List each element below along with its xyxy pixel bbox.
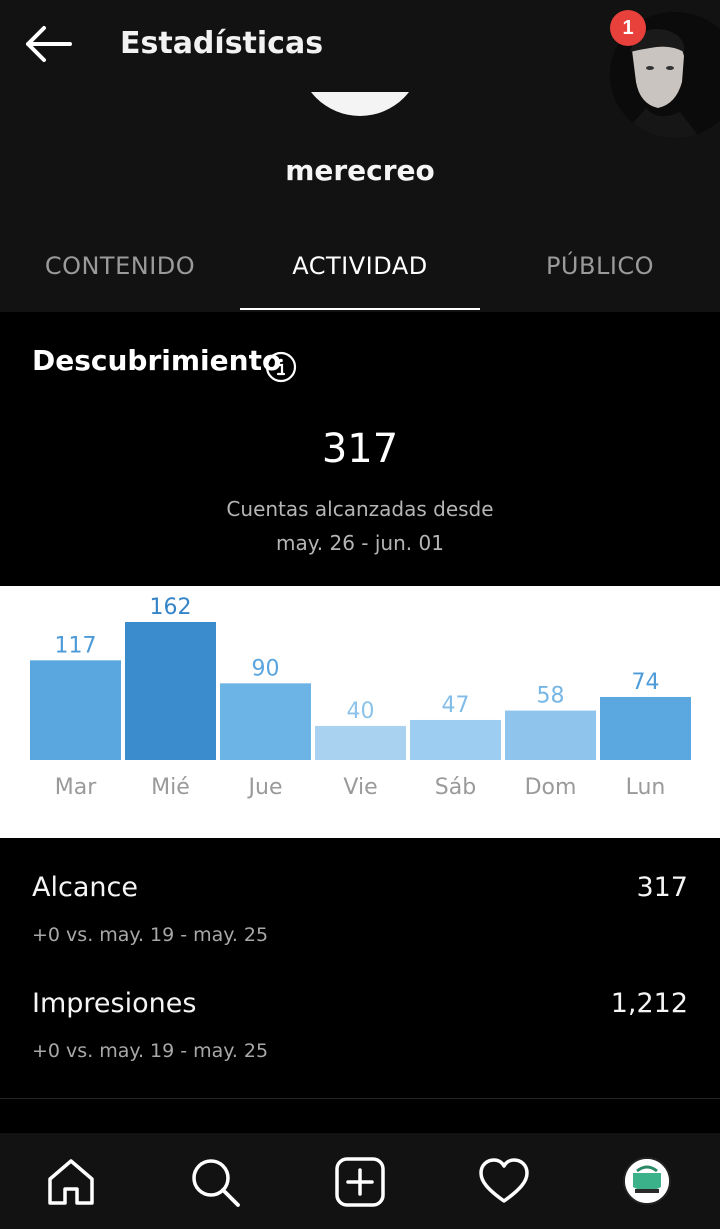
daily-reach-chart: 117 Mar 162 Mié 90 Jue 40 Vie 47 Sáb 58 Dom 74 Lun [0, 586, 720, 838]
username: merecreo [285, 154, 435, 187]
category-label: Mar [55, 775, 97, 800]
profile-picture [298, 92, 422, 116]
profile-avatar[interactable] [623, 1157, 671, 1205]
info-icon[interactable] [265, 351, 297, 383]
category-label: Mié [151, 775, 190, 800]
arrow-left-icon [26, 26, 72, 62]
bar-sáb[interactable] [410, 719, 501, 760]
metric-value-impresiones: 1,212 [610, 988, 688, 1019]
active-tab-indicator [240, 308, 480, 310]
bar-chart: 117 Mar 162 Mié 90 Jue 40 Vie 47 Sáb 58 Dom 74 Lun [30, 595, 691, 800]
bar-dom[interactable] [505, 710, 596, 760]
bar-lun[interactable] [600, 696, 691, 760]
add-post-icon [335, 1157, 385, 1207]
tab-publico[interactable]: PÚBLICO [480, 252, 720, 280]
bar-jue[interactable] [220, 683, 311, 760]
back-button[interactable] [18, 22, 78, 66]
notification-badge: 1 [610, 10, 646, 46]
bar-value-label: 47 [442, 693, 470, 718]
divider [0, 1098, 720, 1099]
category-label: Sáb [435, 775, 476, 800]
bar-mar[interactable] [30, 660, 121, 760]
date-range: may. 26 - jun. 01 [276, 531, 444, 555]
nav-home[interactable] [44, 1155, 98, 1209]
metric-value-alcance: 317 [636, 872, 688, 903]
bar-value-label: 58 [537, 684, 565, 709]
category-label: Jue [247, 775, 283, 800]
tab-actividad[interactable]: ACTIVIDAD [240, 252, 480, 280]
home-icon [48, 1159, 94, 1205]
accounts-reached-total: 317 [321, 426, 399, 472]
metric-label-impresiones: Impresiones [32, 988, 197, 1019]
section-title-descubrimiento: Descubrimiento [32, 344, 282, 377]
bar-value-label: 117 [55, 633, 97, 658]
category-label: Lun [626, 775, 666, 800]
bar-value-label: 40 [347, 699, 375, 724]
bar-mié[interactable] [125, 622, 216, 760]
heart-icon [479, 1158, 529, 1203]
nav-new-post[interactable] [333, 1155, 387, 1209]
bar-value-label: 90 [252, 656, 280, 681]
bar-vie[interactable] [315, 725, 406, 760]
bar-value-label: 74 [632, 670, 660, 695]
search-icon [192, 1159, 240, 1207]
category-label: Dom [525, 775, 577, 800]
page-title: Estadísticas [120, 26, 324, 61]
metric-label-alcance: Alcance [32, 872, 138, 903]
bottom-nav [0, 1133, 720, 1229]
accounts-reached-caption: Cuentas alcanzadas desde [226, 497, 494, 521]
category-label: Vie [343, 775, 377, 800]
nav-search[interactable] [188, 1155, 242, 1209]
nav-activity[interactable] [477, 1155, 531, 1209]
metric-comparison-alcance: +0 vs. may. 19 - may. 25 [32, 924, 269, 946]
bar-value-label: 162 [150, 595, 192, 620]
profile-header: merecreo CONTENIDO ACTIVIDAD PÚBLICO [0, 92, 720, 312]
tab-contenido[interactable]: CONTENIDO [0, 252, 240, 280]
metric-comparison-impresiones: +0 vs. may. 19 - may. 25 [32, 1040, 269, 1062]
